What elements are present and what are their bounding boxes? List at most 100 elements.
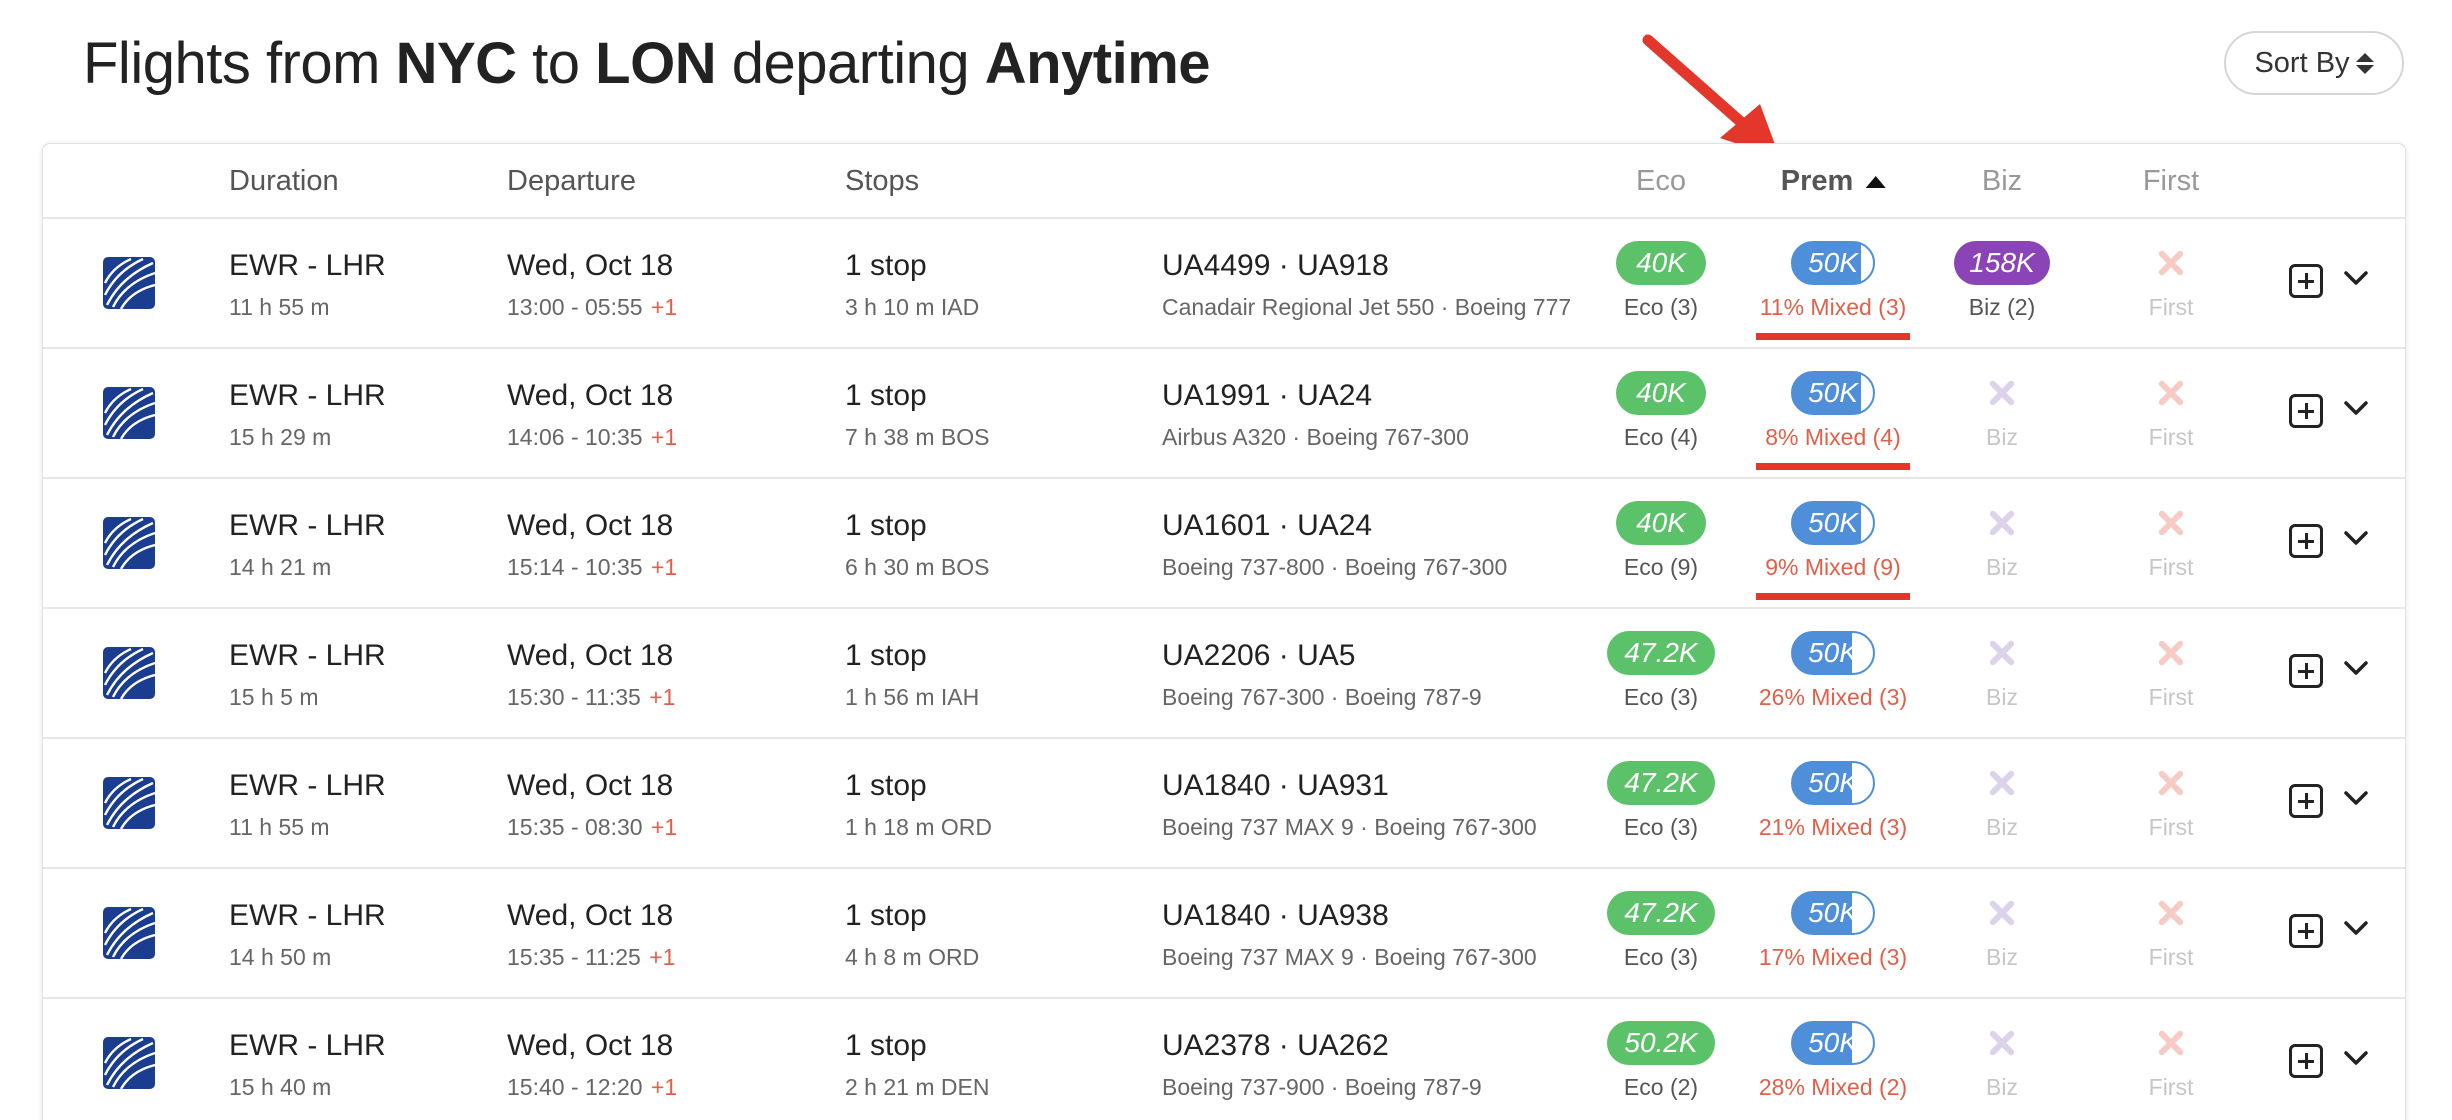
table-row[interactable]: EWR - LHR 15 h 29 m Wed, Oct 18 14:06 - 10:…: [43, 349, 2405, 479]
add-flight-button[interactable]: [2289, 784, 2323, 818]
flight-numbers: UA1991 · UA24: [1162, 379, 1373, 412]
sort-by-label: Sort By: [2254, 46, 2350, 79]
aircraft: Canadair Regional Jet 550 · Boeing 777: [1162, 294, 1572, 320]
stops: 1 stop: [845, 379, 927, 412]
eco-price-pill[interactable]: 40K: [1616, 501, 1706, 545]
departure-date: Wed, Oct 18: [507, 1029, 674, 1062]
sort-by-button[interactable]: Sort By: [2224, 31, 2404, 95]
biz-unavailable-icon: [1984, 1025, 2020, 1061]
route: EWR - LHR: [229, 249, 386, 282]
aircraft: Boeing 767-300 · Boeing 787-9: [1162, 684, 1482, 710]
prem-mixed-label: 17% Mixed (3): [1758, 944, 1908, 970]
table-row[interactable]: EWR - LHR 14 h 21 m Wed, Oct 18 15:14 - 10:…: [43, 479, 2405, 609]
first-cabin-label: First: [2148, 424, 2194, 450]
chevron-down-icon[interactable]: [2343, 659, 2369, 677]
eco-price-pill[interactable]: 47.2K: [1607, 631, 1715, 675]
flight-numbers: UA4499 · UA918: [1162, 249, 1389, 282]
layover: 1 h 18 m ORD: [845, 814, 992, 840]
biz-cabin-label: Biz: [1986, 554, 2018, 580]
eco-price-pill[interactable]: 50.2K: [1607, 1021, 1715, 1065]
flight-numbers: UA1840 · UA938: [1162, 899, 1389, 932]
col-departure[interactable]: Departure: [507, 165, 636, 198]
red-underline-annotation: [1756, 593, 1910, 600]
prem-price-pill[interactable]: 50K: [1791, 631, 1875, 675]
eco-price-pill[interactable]: 47.2K: [1607, 891, 1715, 935]
duration: 11 h 55 m: [229, 294, 330, 320]
biz-price-pill[interactable]: 158K: [1954, 241, 2050, 285]
col-duration[interactable]: Duration: [229, 165, 339, 198]
next-day-indicator: +1: [649, 944, 676, 970]
biz-unavailable-icon: [1984, 895, 2020, 931]
route: EWR - LHR: [229, 769, 386, 802]
flight-numbers: UA1840 · UA931: [1162, 769, 1389, 802]
add-flight-button[interactable]: [2289, 654, 2323, 688]
chevron-down-icon[interactable]: [2343, 789, 2369, 807]
sort-arrows-icon: [2355, 52, 2374, 74]
table-row[interactable]: EWR - LHR 14 h 50 m Wed, Oct 18 15:35 - 11:…: [43, 869, 2405, 999]
add-flight-button[interactable]: [2289, 394, 2323, 428]
layover: 4 h 8 m ORD: [845, 944, 980, 970]
next-day-indicator: +1: [650, 814, 678, 840]
table-row[interactable]: EWR - LHR 11 h 55 m Wed, Oct 18 15:35 - 08:…: [43, 739, 2405, 869]
united-airlines-logo-icon: [103, 647, 155, 699]
col-stops[interactable]: Stops: [845, 165, 919, 198]
route: EWR - LHR: [229, 1029, 386, 1062]
biz-unavailable-icon: [1984, 765, 2020, 801]
stops: 1 stop: [845, 509, 927, 542]
col-first[interactable]: First: [2143, 165, 2199, 198]
prem-price-pill[interactable]: 50K: [1791, 241, 1875, 285]
eco-price-pill[interactable]: 40K: [1616, 241, 1706, 285]
first-cabin-label: First: [2148, 554, 2194, 580]
united-airlines-logo-icon: [103, 387, 155, 439]
next-day-indicator: +1: [650, 554, 678, 580]
table-row[interactable]: EWR - LHR 15 h 5 m Wed, Oct 18 15:30 - 11:3…: [43, 609, 2405, 739]
aircraft: Boeing 737-800 · Boeing 767-300: [1162, 554, 1508, 580]
biz-cabin-label: Biz: [1986, 1074, 2018, 1100]
eco-cabin-label: Eco (9): [1623, 554, 1699, 580]
eco-cabin-label: Eco (2): [1623, 1074, 1699, 1100]
first-cabin-label: First: [2148, 684, 2194, 710]
chevron-down-icon[interactable]: [2343, 1049, 2369, 1067]
col-biz[interactable]: Biz: [1982, 165, 2022, 198]
prem-price-pill[interactable]: 50K: [1791, 1021, 1875, 1065]
biz-cabin-label: Biz: [1986, 814, 2018, 840]
layover: 7 h 38 m BOS: [845, 424, 990, 450]
col-prem[interactable]: Prem: [1781, 165, 1886, 198]
departure-time: 15:30 - 11:35 +1: [507, 684, 676, 710]
prem-price-pill[interactable]: 50K: [1791, 891, 1875, 935]
eco-cabin-label: Eco (3): [1623, 814, 1699, 840]
prem-price-pill[interactable]: 50K: [1791, 371, 1875, 415]
table-row[interactable]: EWR - LHR 15 h 40 m Wed, Oct 18 15:40 - 12:…: [43, 999, 2405, 1120]
chevron-down-icon[interactable]: [2343, 399, 2369, 417]
add-flight-button[interactable]: [2289, 914, 2323, 948]
departure-date: Wed, Oct 18: [507, 639, 674, 672]
col-eco[interactable]: Eco: [1636, 165, 1686, 198]
first-unavailable-icon: [2153, 765, 2189, 801]
add-flight-button[interactable]: [2289, 264, 2323, 298]
aircraft: Boeing 737 MAX 9 · Boeing 767-300: [1162, 944, 1537, 970]
prem-price-pill[interactable]: 50K: [1791, 501, 1875, 545]
stops: 1 stop: [845, 769, 927, 802]
eco-price-pill[interactable]: 40K: [1616, 371, 1706, 415]
chevron-down-icon[interactable]: [2343, 269, 2369, 287]
table-header: Duration Departure Stops Eco Prem Biz Fi…: [43, 144, 2405, 219]
aircraft: Boeing 737-900 · Boeing 787-9: [1162, 1074, 1482, 1100]
add-flight-button[interactable]: [2289, 1044, 2323, 1078]
united-airlines-logo-icon: [103, 517, 155, 569]
duration: 15 h 40 m: [229, 1074, 332, 1100]
add-flight-button[interactable]: [2289, 524, 2323, 558]
table-row[interactable]: EWR - LHR 11 h 55 m Wed, Oct 18 13:00 - 05:…: [43, 219, 2405, 349]
aircraft: Airbus A320 · Boeing 767-300: [1162, 424, 1469, 450]
departure-time: 15:35 - 11:25 +1: [507, 944, 676, 970]
prem-price-pill[interactable]: 50K: [1791, 761, 1875, 805]
red-underline-annotation: [1756, 463, 1910, 470]
departure-time: 13:00 - 05:55 +1: [507, 294, 678, 320]
chevron-down-icon[interactable]: [2343, 919, 2369, 937]
page-title: Flights from NYC to LON departing Anytim…: [83, 31, 1211, 96]
chevron-down-icon[interactable]: [2343, 529, 2369, 547]
eco-price-pill[interactable]: 47.2K: [1607, 761, 1715, 805]
prem-mixed-label: 11% Mixed (3): [1759, 294, 1907, 320]
route: EWR - LHR: [229, 639, 386, 672]
duration: 14 h 50 m: [229, 944, 332, 970]
departure-date: Wed, Oct 18: [507, 249, 674, 282]
